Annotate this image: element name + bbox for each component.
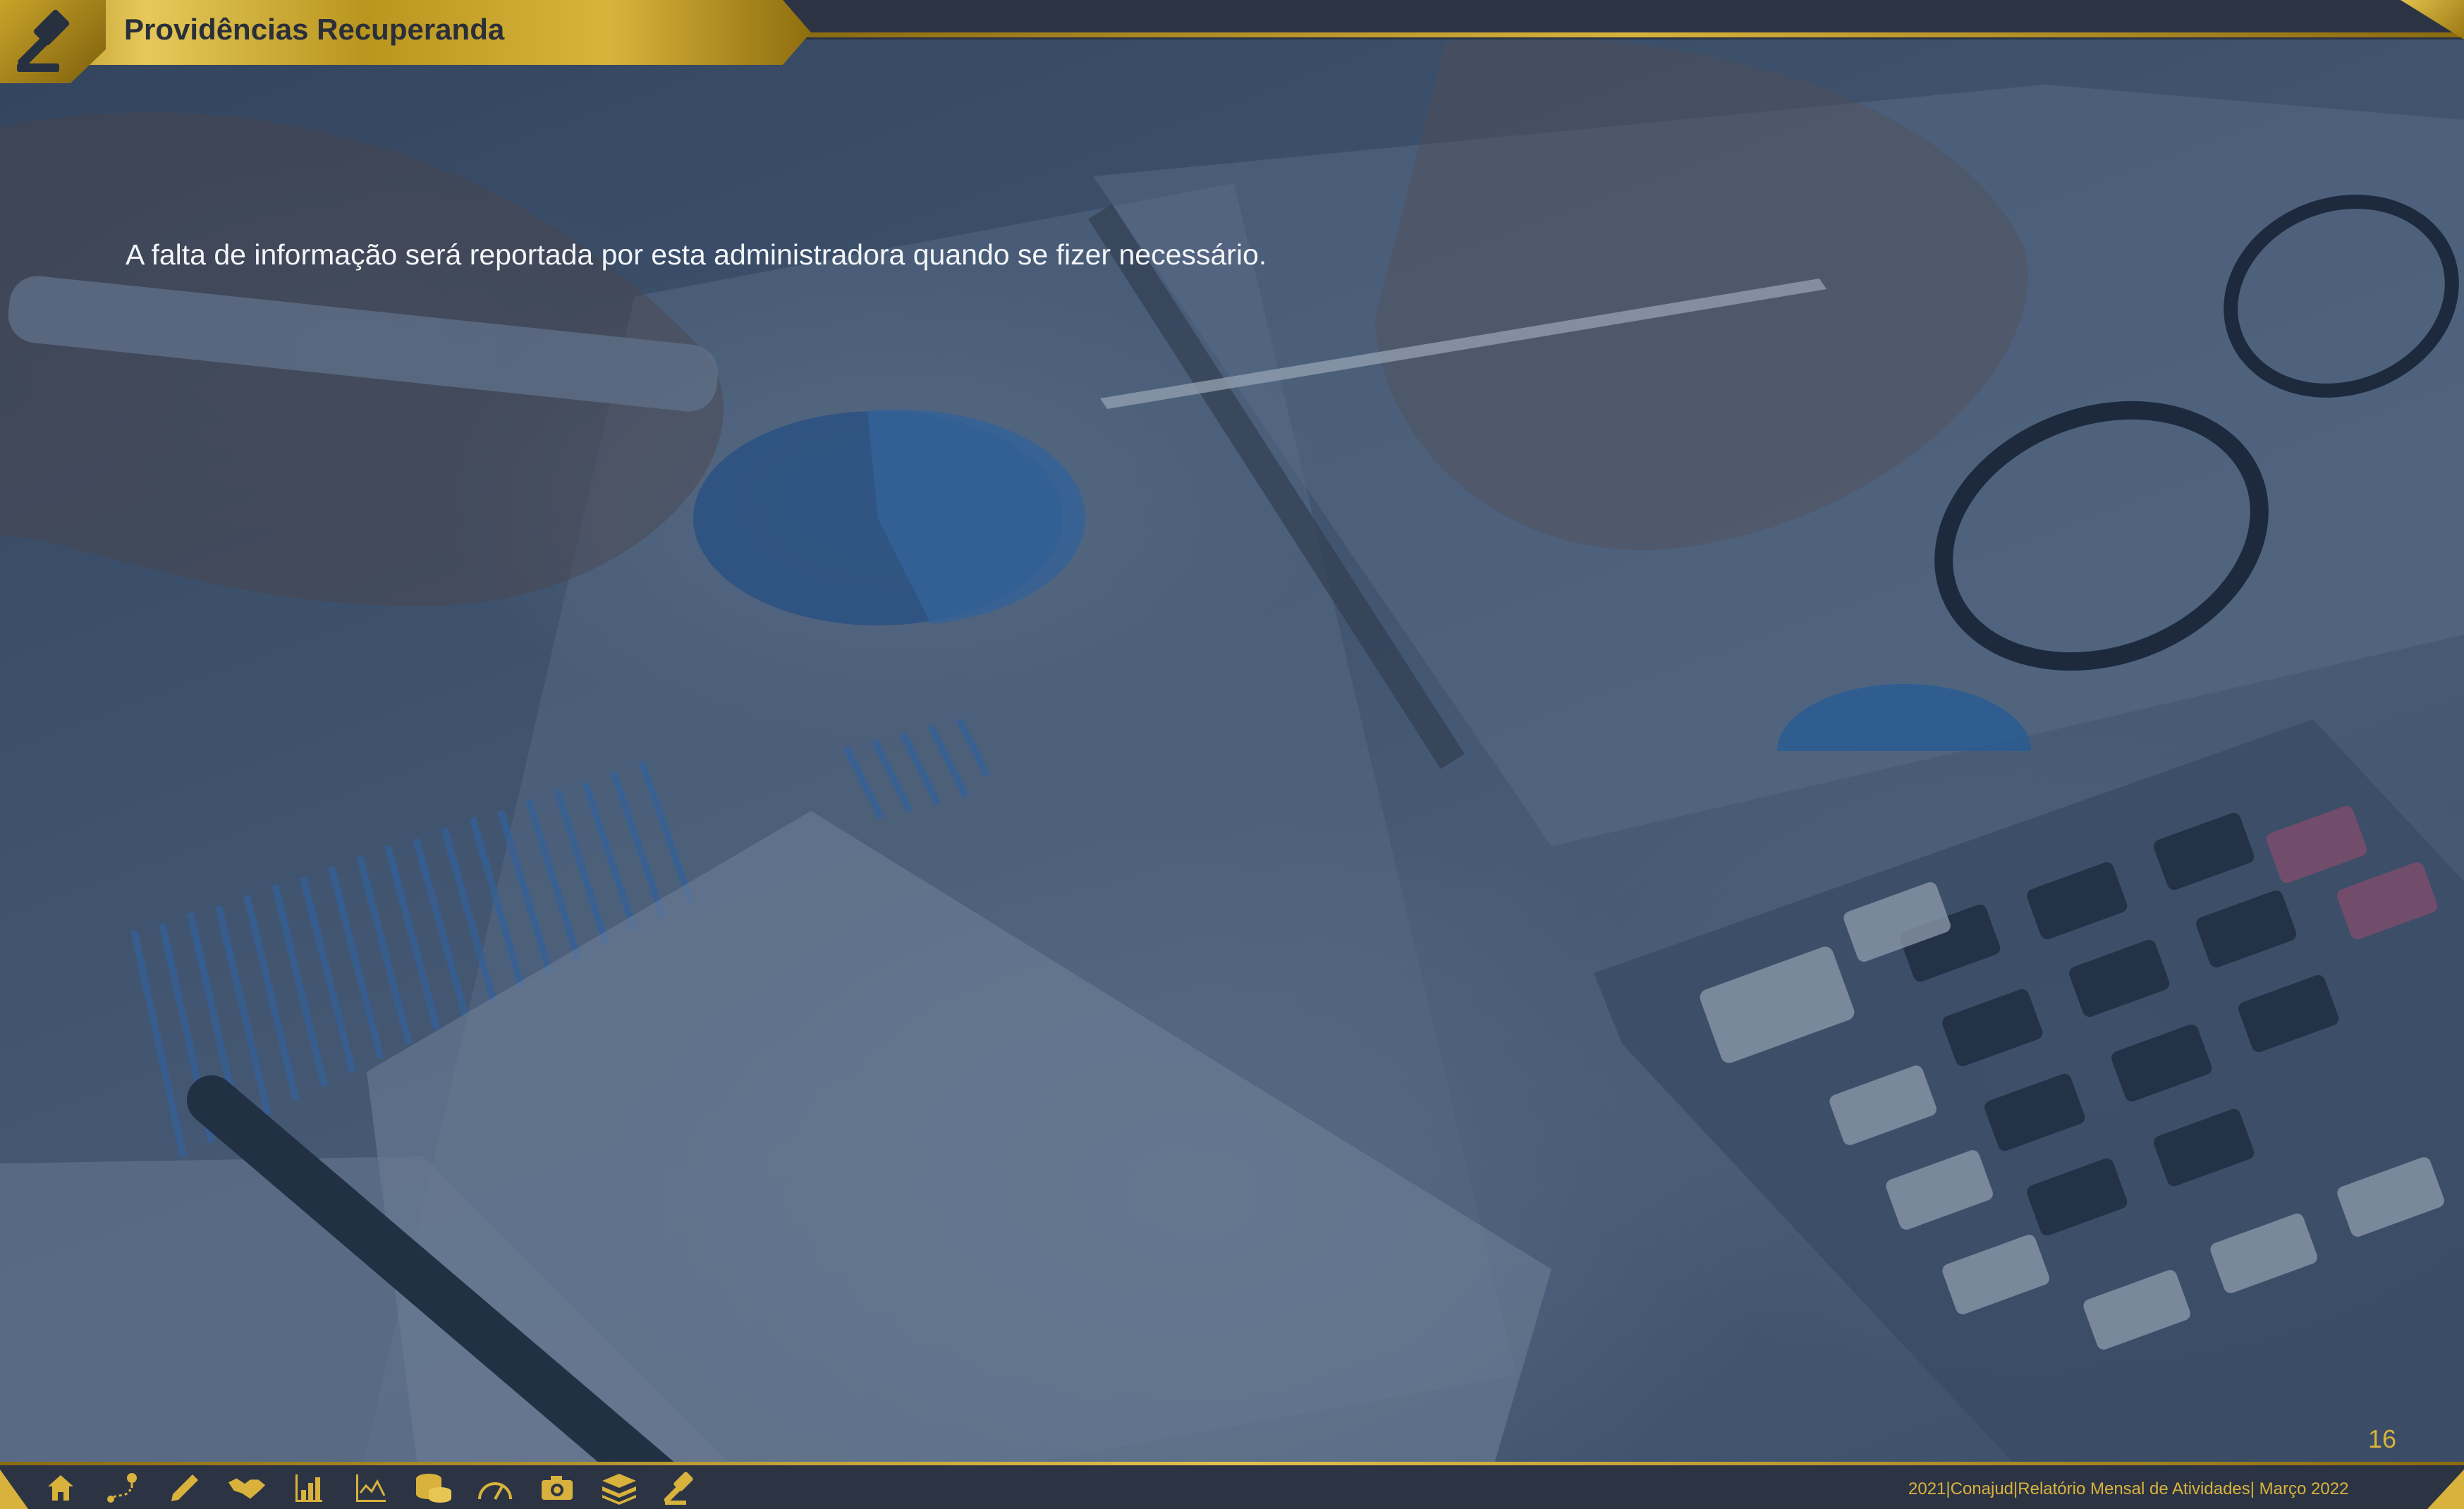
coins-icon[interactable] (413, 1470, 453, 1506)
stack-icon[interactable] (599, 1470, 639, 1506)
bar-chart-icon[interactable] (289, 1470, 329, 1506)
top-gold-line (797, 32, 2464, 37)
gavel-icon (17, 9, 70, 72)
page-title: Providências Recuperanda (124, 13, 505, 46)
gauge-icon[interactable] (475, 1470, 515, 1506)
pencil-icon[interactable] (165, 1470, 205, 1506)
footer-text: 2021|Conajud|Relatório Mensal de Ativida… (1908, 1479, 2349, 1498)
line-chart-icon[interactable] (351, 1470, 391, 1506)
page-number: 16 (2368, 1424, 2397, 1453)
handshake-icon[interactable] (227, 1470, 267, 1506)
route-icon[interactable] (103, 1470, 142, 1506)
camera-icon[interactable] (537, 1470, 577, 1506)
home-icon[interactable] (41, 1470, 80, 1506)
body-text: A falta de informação será reportada por… (126, 238, 1267, 271)
bottom-nav (41, 1470, 701, 1506)
gavel-icon[interactable] (661, 1470, 701, 1506)
dark-overlay (0, 0, 2464, 1509)
